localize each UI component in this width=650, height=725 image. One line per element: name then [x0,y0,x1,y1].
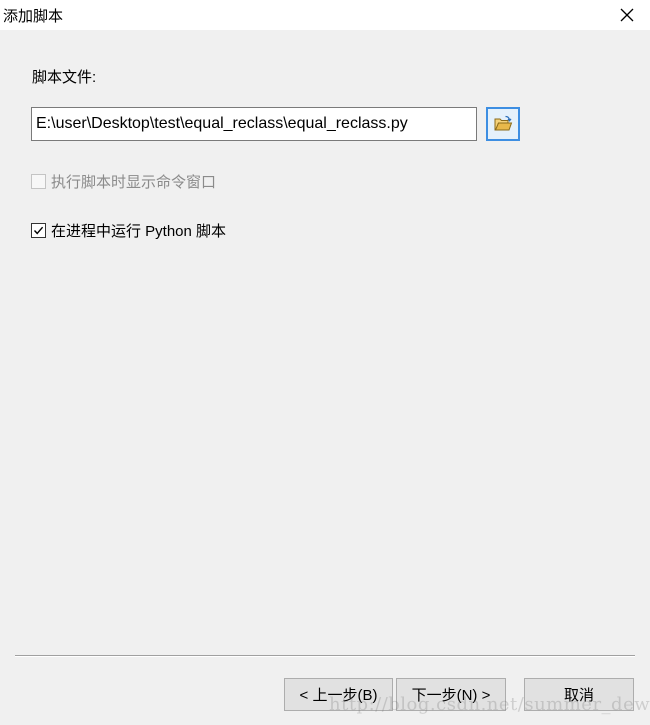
show-command-window-option: 执行脚本时显示命令窗口 [31,171,216,192]
title-bar: 添加脚本 [0,0,650,30]
run-in-process-option[interactable]: 在进程中运行 Python 脚本 [31,220,226,241]
close-icon [620,8,634,22]
back-button[interactable]: < 上一步(B) [284,678,393,711]
script-path-input[interactable] [31,107,477,141]
script-file-label: 脚本文件: [32,69,97,86]
cancel-button[interactable]: 取消 [524,678,634,711]
show-command-window-label: 执行脚本时显示命令窗口 [51,174,217,191]
browse-button[interactable] [486,107,520,141]
show-command-window-checkbox [31,174,46,189]
next-button[interactable]: 下一步(N) > [396,678,506,711]
window-title: 添加脚本 [3,8,64,25]
run-in-process-label: 在进程中运行 Python 脚本 [51,223,227,240]
checkmark-icon [33,226,44,235]
close-button[interactable] [604,0,650,30]
footer-divider [15,655,635,657]
open-folder-icon [494,115,513,131]
run-in-process-checkbox[interactable] [31,223,46,238]
